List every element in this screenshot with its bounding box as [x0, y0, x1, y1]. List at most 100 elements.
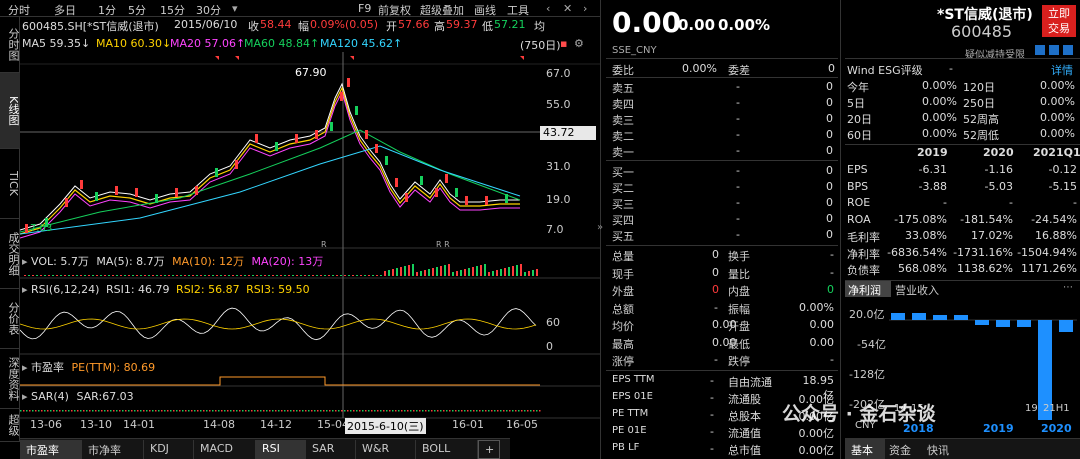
tab-news[interactable]: 快讯 [927, 442, 949, 458]
tab-funds[interactable]: 资金 [889, 442, 911, 458]
volume-bar [420, 271, 422, 276]
sar-dot [44, 410, 46, 412]
tab-price-table[interactable]: 分价表 [0, 289, 20, 349]
edit-icon[interactable] [1035, 45, 1045, 55]
sar-dot [533, 410, 535, 412]
detail-link[interactable]: 详情 [1051, 62, 1073, 78]
volume-bar [148, 275, 150, 276]
tab-sar[interactable]: SAR [306, 440, 356, 459]
tab-fenshi[interactable]: 分时 [8, 2, 30, 18]
sar-dot [218, 410, 220, 412]
kline-chart[interactable] [20, 52, 600, 438]
close-icon[interactable]: ✕ [563, 2, 572, 15]
tab-tick[interactable]: TICK [0, 149, 20, 219]
kline-count[interactable]: (750日) [520, 37, 561, 53]
tab-net-profit[interactable]: 净利润 [845, 281, 891, 297]
tab-super[interactable]: 超级 [0, 409, 20, 442]
lock-icon[interactable]: ▪ [560, 37, 567, 50]
volume-bar [28, 275, 30, 276]
tab-rsi[interactable]: RSI [256, 440, 306, 459]
stat-label: 均价 [612, 320, 634, 333]
volume-bar [96, 275, 98, 276]
period-value: 0.00% [922, 95, 957, 108]
add-indicator-button[interactable]: + [478, 440, 500, 459]
f9-button[interactable]: F9 [358, 2, 371, 15]
prev-icon[interactable]: ‹ [546, 2, 550, 15]
settings-icon[interactable] [1063, 45, 1073, 55]
quote-panel: 0.00 0.00 0.00% SSE_CNY 委比 0.00% 委差 0 卖五… [606, 0, 838, 459]
sar-dot [56, 410, 58, 412]
volume-bar [368, 275, 370, 276]
sar-dot [266, 410, 268, 412]
tab-revenue[interactable]: 营业收入 [895, 282, 939, 298]
sar-dot [110, 410, 112, 412]
valuation-label: 流通股 [728, 393, 761, 406]
sar-dot [482, 410, 484, 412]
candle [295, 134, 298, 143]
sar-dot [431, 410, 433, 412]
fin-value: 1171.26% [1021, 262, 1077, 275]
tab-trade-detail[interactable]: 成交明细 [0, 219, 20, 289]
volume-bar [360, 275, 362, 276]
sar-dot [407, 410, 409, 412]
tab-duori[interactable]: 多日 [54, 2, 76, 18]
tab-boll[interactable]: BOLL [416, 440, 478, 459]
sar-dot [137, 410, 139, 412]
dropdown-icon[interactable]: ▸ [22, 361, 28, 374]
volume-bar [112, 275, 114, 276]
more-icon[interactable]: ⋯ [1063, 282, 1073, 293]
volume-bar [100, 275, 102, 276]
tab-basic[interactable]: 基本 [845, 439, 885, 459]
overlay-button[interactable]: 超级叠加 [420, 2, 464, 18]
bid-volume: 0 [826, 180, 833, 193]
tab-depth[interactable]: 深度资料 [0, 349, 20, 409]
volume-bar [268, 275, 270, 276]
tab-5min[interactable]: 5分 [128, 2, 146, 18]
draw-line-button[interactable]: 画线 [474, 2, 496, 18]
sar-dot [212, 410, 214, 412]
tab-pe[interactable]: 市盈率 [20, 440, 82, 459]
fin-value: -1504.94% [1017, 245, 1077, 259]
sar-dot [317, 410, 319, 412]
tab-wr[interactable]: W&R [356, 440, 416, 459]
volume-bar [200, 275, 202, 276]
tab-30min[interactable]: 30分 [196, 2, 221, 18]
dropdown-icon[interactable]: ▸ [22, 255, 28, 268]
exchange-label: SSE_CNY [612, 45, 657, 56]
fin-value: 1138.62% [957, 262, 1013, 275]
next-icon[interactable]: › [583, 2, 587, 15]
chevron-down-icon[interactable]: ▾ [232, 2, 238, 15]
x-tick: 14-12 [260, 418, 292, 431]
pe-value: PE(TTM): 80.69 [71, 361, 156, 374]
settings-icon[interactable]: ⚙ [574, 37, 584, 50]
share-icon[interactable] [1049, 45, 1059, 55]
tab-macd[interactable]: MACD [194, 440, 256, 459]
candle [455, 188, 458, 197]
dropdown-icon[interactable]: ▸ [22, 283, 28, 296]
tab-kline-chart[interactable]: K线图 [0, 73, 20, 149]
tools-button[interactable]: 工具 [507, 2, 529, 18]
tab-1min[interactable]: 1分 [98, 2, 116, 18]
tab-kdj[interactable]: KDJ [144, 440, 194, 459]
trade-now-button[interactable]: 立即 交易 [1042, 5, 1076, 37]
sar-dot [440, 410, 442, 412]
bid-label: 买四 [612, 214, 634, 227]
valuation-value: 0.00亿 [798, 444, 835, 457]
ask-price: - [736, 112, 740, 125]
sar-dot [389, 410, 391, 412]
collapse-icon[interactable]: » [597, 222, 603, 233]
volume-bar [292, 275, 294, 276]
stat-label: 总额 [612, 302, 634, 316]
bid-price: - [736, 212, 740, 225]
rsi-tick: 0 [546, 340, 553, 353]
volume-bar [280, 275, 282, 276]
sar-dot [50, 410, 52, 412]
fuquan-button[interactable]: 前复权 [378, 2, 411, 18]
dropdown-icon[interactable]: ▸ [22, 390, 28, 403]
tab-intraday-chart[interactable]: 分时图 [0, 17, 20, 73]
tab-pb[interactable]: 市净率 [82, 440, 144, 459]
candle [485, 196, 488, 205]
bid-price: - [736, 164, 740, 177]
tab-15min[interactable]: 15分 [160, 2, 185, 18]
ask-price: - [736, 80, 740, 93]
